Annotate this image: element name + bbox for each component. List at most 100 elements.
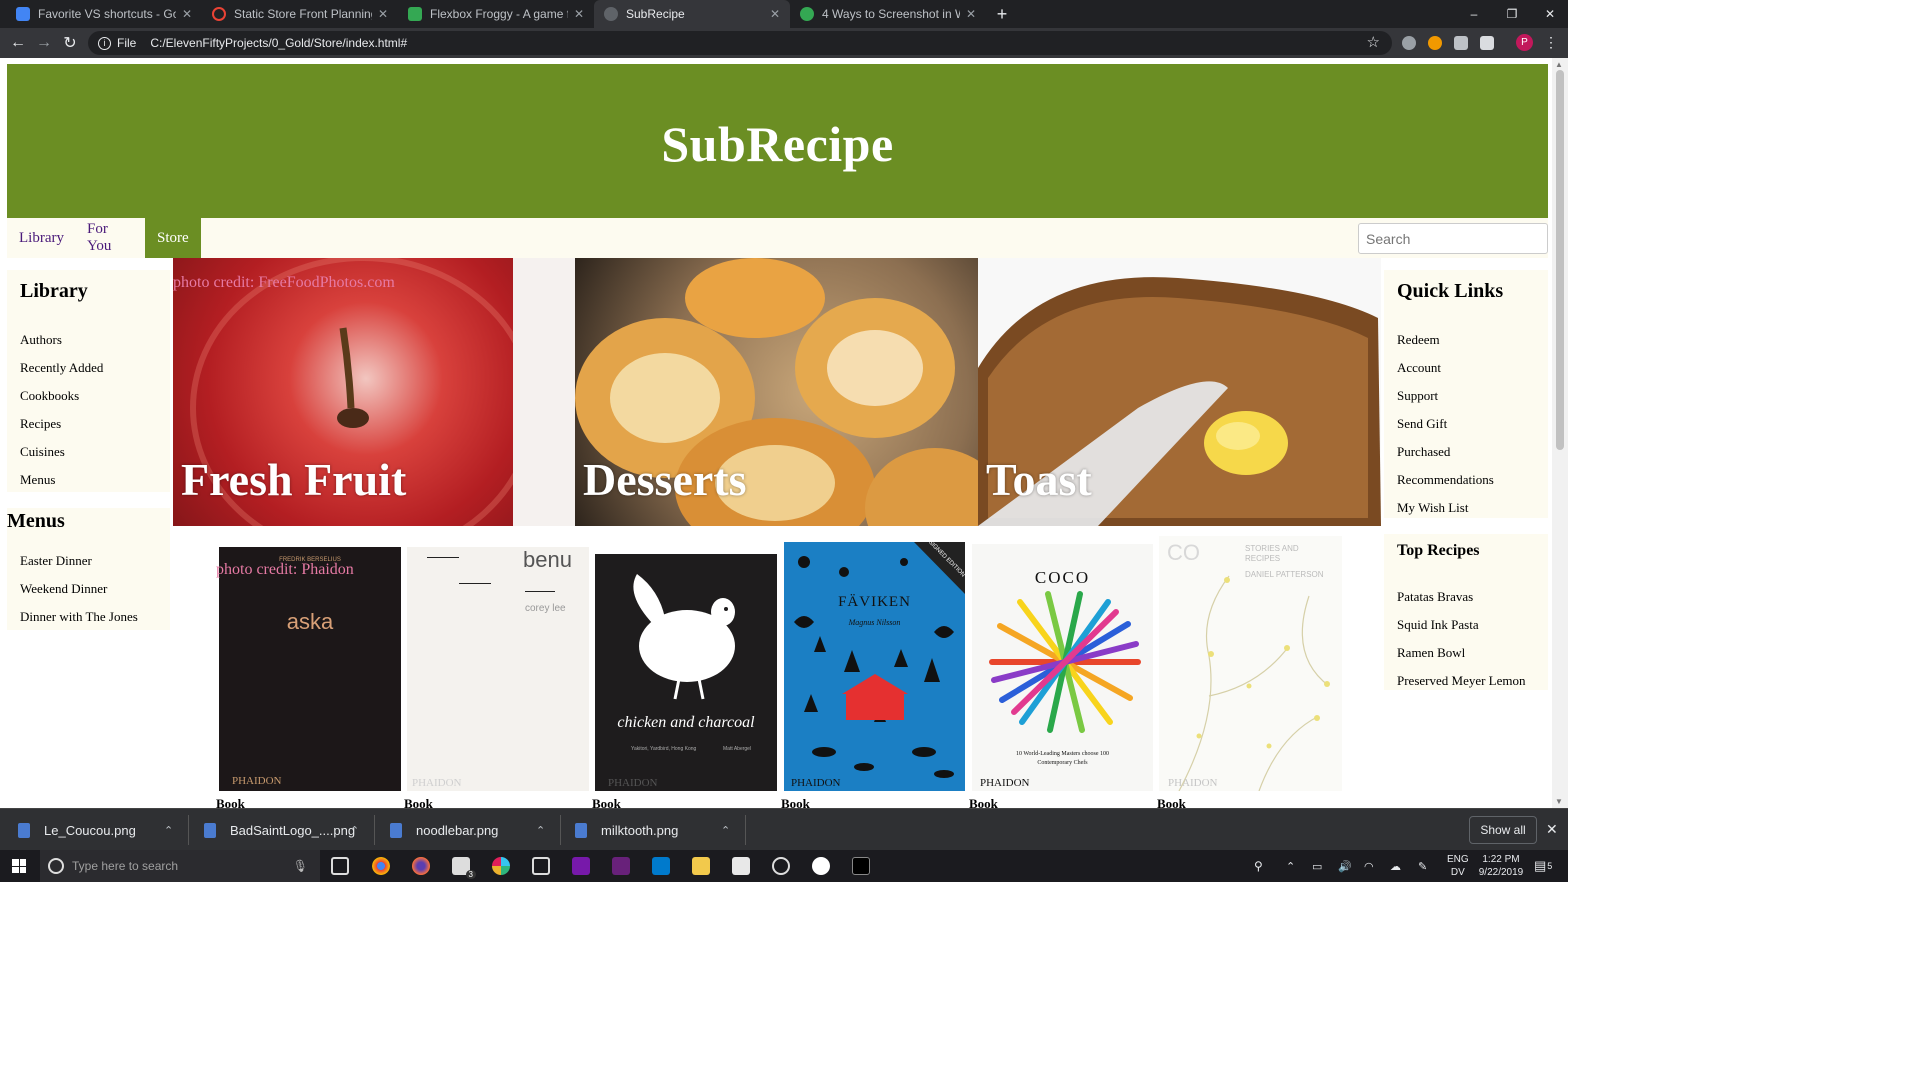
quick-link-redeem[interactable]: Redeem	[1397, 332, 1440, 348]
nav-library[interactable]: Library	[7, 218, 74, 258]
close-window-button[interactable]: ✕	[1530, 0, 1570, 28]
chevron-up-icon[interactable]: ⌃	[164, 824, 173, 837]
close-icon[interactable]: ✕	[378, 7, 388, 21]
volume-icon[interactable]: 🔊	[1338, 850, 1352, 882]
system-clock[interactable]: 1:22 PM 9/22/2019	[1476, 850, 1526, 882]
terminal-icon[interactable]	[852, 857, 870, 875]
battery-icon[interactable]: ▭	[1312, 850, 1322, 882]
maximize-button[interactable]: ❐	[1492, 0, 1532, 28]
extension-coin-icon[interactable]	[1428, 36, 1442, 50]
download-item[interactable]: milktooth.png ⌃	[575, 809, 743, 851]
scroll-up-icon[interactable]: ▲	[1555, 60, 1563, 69]
microphone-icon[interactable]: 🎙	[293, 859, 308, 873]
quick-link-purchased[interactable]: Purchased	[1397, 444, 1450, 460]
chrome-icon[interactable]	[370, 855, 392, 877]
show-hidden-icons-chevron[interactable]: ⌃	[1286, 850, 1295, 882]
chevron-up-icon[interactable]: ⌃	[721, 824, 730, 837]
visual-studio-icon[interactable]	[612, 857, 630, 875]
quick-link-wish-list[interactable]: My Wish List	[1397, 500, 1468, 516]
download-item[interactable]: BadSaintLogo_....png ⌃	[204, 809, 372, 851]
scrollbar-thumb[interactable]	[1556, 70, 1564, 450]
firefox-icon[interactable]	[412, 857, 430, 875]
recipe-link-meyer-lemon[interactable]: Preserved Meyer Lemon	[1397, 673, 1526, 689]
book-cover-coco[interactable]: COCO 10 World-Leading Masters choose 100…	[972, 544, 1153, 791]
extension-box-icon[interactable]	[1480, 36, 1494, 50]
hero-toast[interactable]: Toast	[978, 258, 1381, 526]
quick-link-account[interactable]: Account	[1397, 360, 1441, 376]
onedrive-cloud-icon[interactable]: ☁	[1390, 850, 1401, 882]
library-link-authors[interactable]: Authors	[20, 332, 62, 348]
menu-link-weekend-dinner[interactable]: Weekend Dinner	[20, 581, 107, 597]
info-icon[interactable]: i	[98, 36, 111, 50]
reload-icon[interactable]: ↻	[59, 32, 81, 54]
hero-fresh-fruit[interactable]: Fresh Fruit	[173, 258, 575, 526]
wifi-icon[interactable]: ◠	[1364, 850, 1374, 882]
nav-store[interactable]: Store	[145, 218, 201, 258]
menu-kebab-icon[interactable]: ⋮	[1544, 34, 1558, 51]
chevron-up-icon[interactable]: ⌃	[350, 824, 359, 837]
download-item[interactable]: noodlebar.png ⌃	[390, 809, 558, 851]
download-item[interactable]: Le_Coucou.png ⌃	[18, 809, 186, 851]
book-cover-benu[interactable]: benu corey lee PHAIDON	[407, 547, 589, 791]
close-icon[interactable]: ✕	[966, 7, 976, 21]
library-link-cuisines[interactable]: Cuisines	[20, 444, 65, 460]
book-cover-chicken-charcoal[interactable]: chicken and charcoal Yakitori, Yardbird,…	[595, 554, 777, 791]
cortana-icon[interactable]	[48, 858, 64, 874]
quick-link-support[interactable]: Support	[1397, 388, 1438, 404]
book-cover-aska[interactable]: FREDRIK BERSELIUS aska PHAIDON	[219, 547, 401, 791]
page-scrollbar[interactable]: ▲ ▼	[1552, 58, 1568, 808]
new-tab-button[interactable]: +	[992, 4, 1012, 25]
onenote-icon[interactable]	[572, 857, 590, 875]
book-cover-faviken[interactable]: SIGNED EDITION FÄVIKEN Magnus Nilsson PH…	[784, 542, 965, 791]
bookmark-star-icon[interactable]: ☆	[1367, 33, 1380, 51]
hero-desserts[interactable]: Desserts	[575, 258, 978, 526]
address-bar[interactable]: i File C:/ElevenFiftyProjects/0_Gold/Sto…	[88, 31, 1392, 55]
recipe-link-patatas-bravas[interactable]: Patatas Bravas	[1397, 589, 1473, 605]
file-explorer-icon[interactable]	[692, 857, 710, 875]
book-cover-coi[interactable]: CO STORIES AND RECIPES DANIEL PATTERSON …	[1159, 536, 1342, 791]
store-bag-icon[interactable]	[732, 857, 750, 875]
search-input[interactable]	[1358, 223, 1548, 254]
mail-icon[interactable]: 3	[452, 857, 476, 879]
windows-start-icon[interactable]	[12, 859, 26, 873]
tab-static-store-front[interactable]: Static Store Front Planning D ✕	[202, 0, 398, 28]
close-icon[interactable]: ✕	[182, 7, 192, 21]
tab-favorite-vs-shortcuts[interactable]: Favorite VS shortcuts - Goog ✕	[6, 0, 202, 28]
taskbar-search-box[interactable]: Type here to search 🎙	[40, 850, 320, 882]
chevron-up-icon[interactable]: ⌃	[536, 824, 545, 837]
library-link-cookbooks[interactable]: Cookbooks	[20, 388, 79, 404]
close-icon[interactable]: ✕	[770, 7, 780, 21]
profile-avatar[interactable]: P	[1516, 34, 1533, 51]
recipe-link-ramen-bowl[interactable]: Ramen Bowl	[1397, 645, 1465, 661]
forward-arrow-icon[interactable]: →	[33, 32, 55, 54]
language-indicator[interactable]: ENG DV	[1447, 850, 1469, 882]
pen-icon[interactable]: ✎	[1418, 850, 1427, 882]
minimize-button[interactable]: –	[1454, 0, 1494, 28]
tab-screenshot-windows[interactable]: 4 Ways to Screenshot in Win ✕	[790, 0, 986, 28]
scroll-down-icon[interactable]: ▼	[1555, 797, 1563, 806]
library-link-menus[interactable]: Menus	[20, 472, 55, 488]
show-all-button[interactable]: Show all	[1469, 816, 1537, 844]
library-link-recipes[interactable]: Recipes	[20, 416, 61, 432]
itunes-icon[interactable]	[812, 857, 830, 875]
back-arrow-icon[interactable]: ←	[7, 32, 29, 54]
close-downloads-icon[interactable]: ✕	[1546, 821, 1558, 838]
quick-link-recommendations[interactable]: Recommendations	[1397, 472, 1494, 488]
task-view-icon[interactable]	[331, 857, 349, 875]
extension-note-icon[interactable]	[1454, 36, 1468, 50]
recipe-link-squid-ink-pasta[interactable]: Squid Ink Pasta	[1397, 617, 1479, 633]
nav-for-you[interactable]: For You	[75, 218, 146, 258]
action-center-icon[interactable]: ▤ 5	[1534, 850, 1552, 882]
slack-icon[interactable]	[492, 857, 510, 875]
calendar-icon[interactable]	[532, 857, 550, 875]
menu-link-easter-dinner[interactable]: Easter Dinner	[20, 553, 92, 569]
people-icon[interactable]: ⚲	[1254, 850, 1263, 882]
library-link-recently-added[interactable]: Recently Added	[20, 360, 103, 376]
menu-link-dinner-jones[interactable]: Dinner with The Jones	[20, 609, 138, 625]
quick-link-send-gift[interactable]: Send Gift	[1397, 416, 1447, 432]
tab-subrecipe[interactable]: SubRecipe ✕	[594, 0, 790, 28]
vscode-icon[interactable]	[652, 857, 670, 875]
extension-cloud-icon[interactable]	[1402, 36, 1416, 50]
close-icon[interactable]: ✕	[574, 7, 584, 21]
settings-gear-icon[interactable]	[772, 857, 790, 875]
